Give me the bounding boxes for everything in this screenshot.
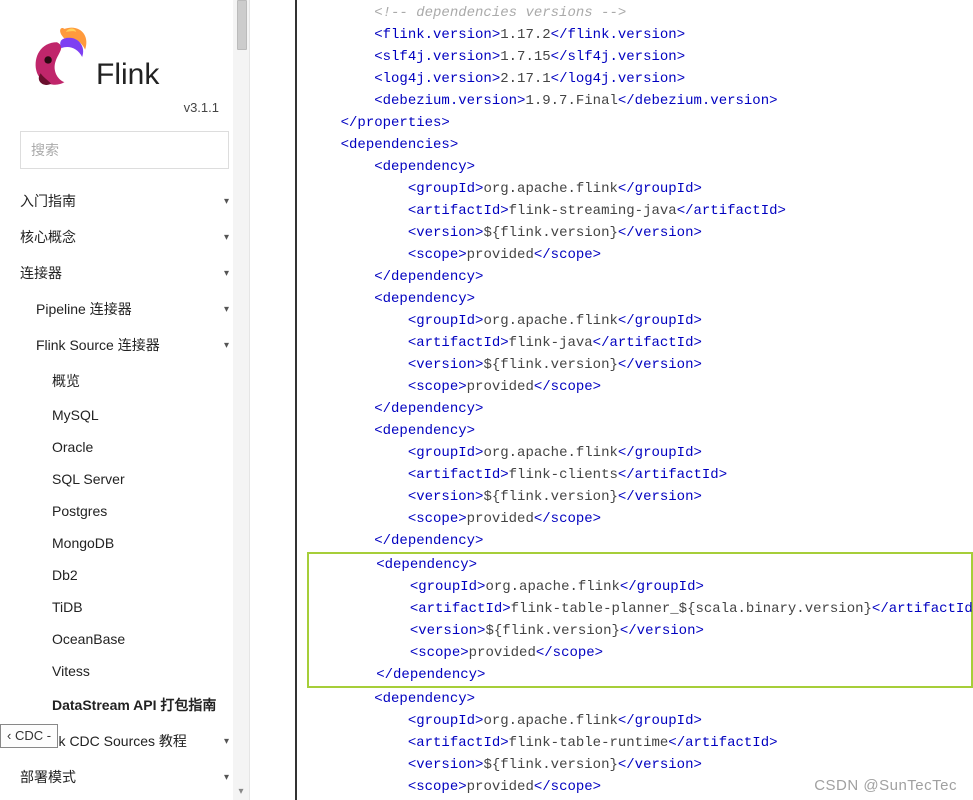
nav-leaf-3[interactable]: SQL Server	[0, 463, 249, 495]
nav-label: Postgres	[52, 503, 107, 519]
code-line: </properties>	[307, 112, 973, 134]
nav-label: Flink CDC Sources 教程	[36, 731, 187, 751]
nav-leaf-8[interactable]: OceanBase	[0, 623, 249, 655]
nav-leaf-9[interactable]: Vitess	[0, 655, 249, 687]
sidebar-scrollbar[interactable]: ▾	[233, 0, 249, 800]
nav-label: Flink Source 连接器	[36, 335, 160, 355]
nav-item-2[interactable]: 连接器 ▾	[0, 255, 249, 291]
code-line: <dependency>	[307, 288, 973, 310]
nav-leaf-0[interactable]: 概览	[0, 363, 249, 399]
nav-label: Pipeline 连接器	[36, 299, 132, 319]
code-line: <slf4j.version>1.7.15</slf4j.version>	[307, 46, 973, 68]
nav-label: Db2	[52, 567, 78, 583]
nav-label: 部署模式	[20, 767, 76, 787]
code-line: <artifactId>flink-streaming-java</artifa…	[307, 200, 973, 222]
chevron-down-icon: ▾	[224, 196, 229, 207]
nav-leaf-10[interactable]: DataStream API 打包指南	[0, 687, 249, 723]
nav-sub-1[interactable]: Flink Source 连接器 ▾	[0, 327, 249, 363]
code-line: <version>${flink.version}</version>	[307, 486, 973, 508]
chevron-down-icon: ▾	[224, 304, 229, 315]
brand-block: Flink	[0, 10, 249, 94]
nav-leaf-4[interactable]: Postgres	[0, 495, 249, 527]
nav-leaf-5[interactable]: MongoDB	[0, 527, 249, 559]
code-line: <scope>provided</scope>	[309, 642, 971, 664]
code-line: <groupId>org.apache.flink</groupId>	[309, 576, 971, 598]
code-line: <dependency>	[307, 688, 973, 710]
code-line: <artifactId>flink-table-planner_${scala.…	[309, 598, 971, 620]
chevron-down-icon: ▾	[224, 268, 229, 279]
code-line: <dependency>	[307, 420, 973, 442]
link-tooltip: ‹ CDC -	[0, 724, 58, 748]
nav-sub-0[interactable]: Pipeline 连接器 ▾	[0, 291, 249, 327]
chevron-down-icon: ▾	[224, 736, 229, 747]
nav-label: SQL Server	[52, 471, 125, 487]
code-line: </dependency>	[307, 398, 973, 420]
nav-item-1[interactable]: 核心概念 ▾	[0, 219, 249, 255]
code-line: <scope>provided</scope>	[307, 376, 973, 398]
code-line: <artifactId>flink-java</artifactId>	[307, 332, 973, 354]
brand-title: Flink	[96, 58, 159, 92]
nav-label: Vitess	[52, 663, 90, 679]
code-line: <dependency>	[307, 156, 973, 178]
scrollbar-thumb[interactable]	[237, 0, 247, 50]
code-line: <version>${flink.version}</version>	[309, 620, 971, 642]
nav-label: TiDB	[52, 599, 83, 615]
code-line: </dependency>	[307, 266, 973, 288]
version-label: v3.1.1	[0, 100, 249, 115]
code-line: <dependencies>	[307, 134, 973, 156]
code-line: <version>${flink.version}</version>	[307, 754, 973, 776]
nav-leaf-1[interactable]: MySQL	[0, 399, 249, 431]
flink-squirrel-logo	[20, 20, 94, 94]
code-line: </dependency>	[309, 664, 971, 686]
nav-label: MongoDB	[52, 535, 114, 551]
nav-label: 入门指南	[20, 191, 76, 211]
chevron-down-icon: ▾	[224, 772, 229, 783]
nav-tail-0[interactable]: 部署模式 ▾	[0, 759, 249, 795]
nav-label: MySQL	[52, 407, 99, 423]
code-pane: <!-- dependencies versions --> <flink.ve…	[297, 0, 973, 800]
nav-label: Oracle	[52, 439, 93, 455]
scrollbar-down-icon[interactable]: ▾	[235, 786, 247, 798]
code-line: <!-- dependencies versions -->	[307, 2, 973, 24]
sidebar: ▾ Flink v3.1.1 入门指南▾核心概念▾连接器▾Pipeline 连接…	[0, 0, 250, 800]
code-line: <groupId>org.apache.flink</groupId>	[307, 710, 973, 732]
nav-item-0[interactable]: 入门指南 ▾	[0, 183, 249, 219]
code-line: <dependency>	[309, 554, 971, 576]
nav-leaf-2[interactable]: Oracle	[0, 431, 249, 463]
search-input[interactable]	[21, 132, 228, 168]
chevron-down-icon: ▾	[224, 232, 229, 243]
code-line: <artifactId>flink-table-runtime</artifac…	[307, 732, 973, 754]
nav-label: 概览	[52, 371, 80, 391]
watermark: CSDN @SunTecTec	[814, 777, 957, 794]
code-line: <scope>provided</scope>	[307, 508, 973, 530]
code-line: <debezium.version>1.9.7.Final</debezium.…	[307, 90, 973, 112]
code-line: <version>${flink.version}</version>	[307, 222, 973, 244]
nav-leaf-7[interactable]: TiDB	[0, 591, 249, 623]
nav-leaf-6[interactable]: Db2	[0, 559, 249, 591]
nav: 入门指南▾核心概念▾连接器▾Pipeline 连接器▾Flink Source …	[0, 183, 249, 800]
code-line: <artifactId>flink-clients</artifactId>	[307, 464, 973, 486]
code-line: <groupId>org.apache.flink</groupId>	[307, 442, 973, 464]
nav-label: 核心概念	[20, 227, 76, 247]
code-line: <version>${flink.version}</version>	[307, 354, 973, 376]
highlighted-dependency: <dependency> <groupId>org.apache.flink</…	[307, 552, 973, 688]
nav-label: OceanBase	[52, 631, 125, 647]
code-line: <groupId>org.apache.flink</groupId>	[307, 178, 973, 200]
code-line: </dependency>	[307, 530, 973, 552]
code-line: <log4j.version>2.17.1</log4j.version>	[307, 68, 973, 90]
code-line: <flink.version>1.17.2</flink.version>	[307, 24, 973, 46]
code-line: <scope>provided</scope>	[307, 244, 973, 266]
nav-label: 连接器	[20, 263, 62, 283]
nav-tail-1[interactable]: 者指南▾	[0, 795, 249, 800]
chevron-down-icon: ▾	[224, 340, 229, 351]
code-line: <groupId>org.apache.flink</groupId>	[307, 310, 973, 332]
nav-label: DataStream API 打包指南	[52, 695, 216, 715]
search-box[interactable]	[20, 131, 229, 169]
